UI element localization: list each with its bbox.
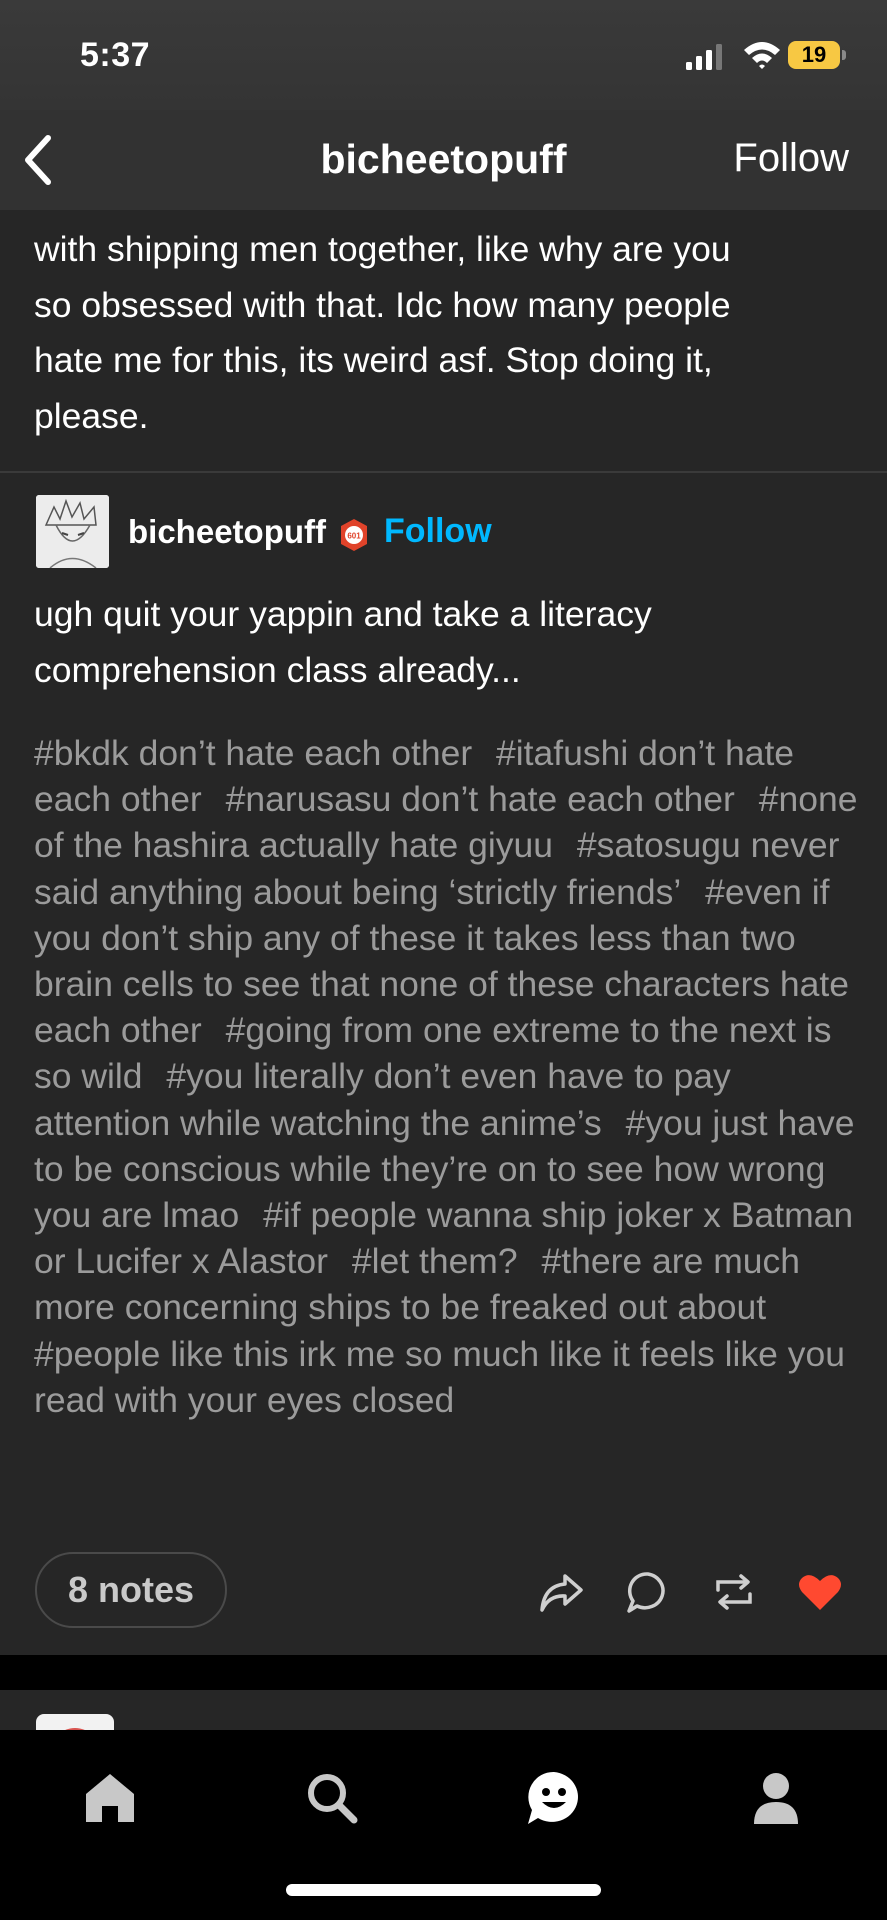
- status-bar: 5:37 19: [0, 0, 887, 110]
- battery-icon: 19: [788, 41, 840, 69]
- tag[interactable]: #narusasu don’t hate each other: [226, 779, 735, 819]
- account-icon[interactable]: [746, 1768, 806, 1828]
- notes-count: 8 notes: [67, 1569, 195, 1610]
- previous-post-text: with shipping men together, like why are…: [34, 222, 864, 444]
- reblog-icon[interactable]: [710, 1568, 758, 1616]
- search-icon[interactable]: [302, 1768, 362, 1828]
- previous-post-line: please.: [34, 395, 149, 436]
- reblog-divider: [0, 471, 887, 473]
- like-icon[interactable]: [796, 1568, 844, 1616]
- battery-nub: [842, 50, 846, 60]
- notes-button[interactable]: 8 notes: [35, 1552, 227, 1628]
- post-separator: [0, 1655, 887, 1690]
- wifi-icon: [744, 42, 780, 69]
- reblog-body: ugh quit your yappin and take a literacy…: [34, 586, 864, 698]
- badge-count: 601: [347, 532, 361, 541]
- nav-header: bicheetopuff Follow: [0, 110, 887, 210]
- sketch-avatar-icon: [36, 495, 109, 568]
- next-post-avatar[interactable]: [36, 1714, 114, 1730]
- cellular-signal-icon: [686, 44, 722, 70]
- reply-icon[interactable]: [624, 1568, 672, 1616]
- status-time: 5:37: [80, 36, 151, 74]
- next-post-preview[interactable]: [0, 1690, 887, 1730]
- previous-post-line: so obsessed with that. Idc how many peop…: [34, 284, 731, 325]
- previous-post-line: with shipping men together, like why are…: [34, 229, 731, 269]
- follow-button[interactable]: Follow: [733, 136, 849, 181]
- previous-post-line: hate me for this, its weird asf. Stop do…: [34, 340, 713, 380]
- reblog-body-line: comprehension class already...: [34, 650, 521, 690]
- reblog-follow-button[interactable]: Follow: [384, 512, 492, 551]
- tag[interactable]: #people like this irk me so much like it…: [34, 1334, 845, 1420]
- share-icon[interactable]: [537, 1568, 585, 1616]
- avatar[interactable]: [36, 495, 109, 568]
- tag[interactable]: #let them?: [352, 1241, 518, 1281]
- reblog-username[interactable]: bicheetopuff: [128, 513, 326, 551]
- tags-list: #bkdk don’t hate each other #itafushi do…: [34, 730, 864, 1423]
- tag[interactable]: #bkdk don’t hate each other: [34, 733, 472, 773]
- activity-icon[interactable]: [524, 1768, 584, 1828]
- home-icon[interactable]: [80, 1768, 140, 1828]
- reblog-body-line: ugh quit your yappin and take a literacy: [34, 594, 652, 634]
- home-indicator[interactable]: [286, 1884, 601, 1896]
- badge-icon: 601: [341, 519, 367, 551]
